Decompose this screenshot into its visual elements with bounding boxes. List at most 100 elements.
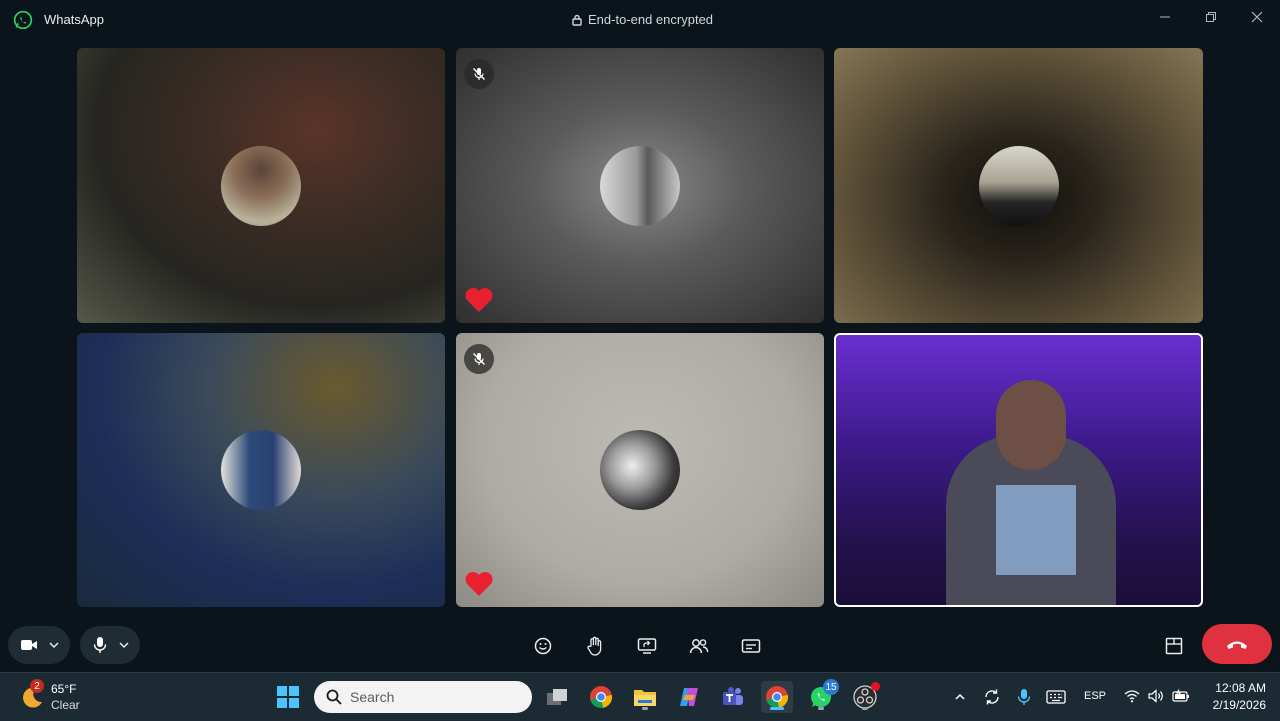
encryption-label: End-to-end encrypted	[588, 12, 714, 27]
emoji-icon	[534, 637, 552, 655]
weather-badge: 2	[30, 679, 44, 693]
show-hidden-icons-button[interactable]	[945, 681, 975, 713]
clock-time: 12:08 AM	[1215, 681, 1266, 695]
weather-widget[interactable]: 2 65°F Clear	[18, 679, 98, 715]
taskbar-search[interactable]: Search	[314, 681, 532, 713]
whatsapp-logo-icon	[13, 10, 33, 30]
participant-tile[interactable]	[456, 333, 824, 607]
teams-button[interactable]	[717, 681, 749, 713]
close-icon	[1251, 11, 1263, 23]
start-button[interactable]	[272, 681, 304, 713]
teams-icon	[723, 687, 743, 705]
weather-description: Clear	[51, 698, 80, 712]
participant-avatar	[221, 145, 301, 226]
microphone-off-icon	[473, 68, 485, 80]
input-language[interactable]: ESP	[1084, 690, 1106, 702]
captions-icon	[741, 639, 761, 653]
call-controls-bar	[0, 620, 1280, 670]
participant-avatar	[978, 145, 1059, 226]
wifi-icon	[1124, 690, 1140, 703]
camera-toggle-button[interactable]	[20, 636, 38, 659]
chrome-icon	[766, 686, 789, 708]
layout-button[interactable]	[1160, 632, 1188, 660]
microphone-off-icon	[473, 353, 485, 365]
keyboard-icon	[1046, 690, 1066, 704]
task-view-button[interactable]	[541, 681, 573, 713]
self-video-head	[996, 380, 1066, 470]
obs-button[interactable]	[849, 681, 881, 713]
app-name: WhatsApp	[44, 12, 104, 27]
taskbar: 2 65°F Clear Search 15 ESP 12:08 AM 2/19…	[0, 672, 1280, 721]
participant-tile[interactable]	[834, 48, 1203, 323]
share-screen-icon	[637, 638, 657, 654]
chrome-profile-button[interactable]	[761, 681, 793, 713]
participants-button[interactable]	[685, 632, 713, 660]
active-indicator	[862, 707, 868, 710]
active-indicator	[770, 707, 784, 710]
minimize-button[interactable]	[1142, 6, 1188, 28]
participant-tile[interactable]	[456, 48, 824, 323]
windows-logo-icon	[277, 686, 299, 708]
camera-icon	[21, 640, 37, 650]
file-explorer-button[interactable]	[629, 681, 661, 713]
microphone-options-button[interactable]	[118, 638, 130, 656]
participant-avatar	[600, 430, 680, 510]
participant-tile[interactable]	[77, 48, 445, 323]
layout-icon	[1165, 637, 1183, 655]
volume-icon	[1148, 689, 1163, 703]
microphone-icon	[93, 637, 107, 653]
lock-icon	[572, 14, 582, 26]
weather-temperature: 65°F	[51, 682, 77, 696]
search-placeholder: Search	[350, 689, 395, 705]
heart-reaction-icon	[465, 572, 493, 596]
clock-date: 2/19/2026	[1212, 698, 1266, 712]
encryption-status: End-to-end encrypted	[572, 12, 713, 27]
whatsapp-taskbar-button[interactable]: 15	[805, 679, 839, 713]
copilot-button[interactable]	[673, 681, 705, 713]
recording-dot	[871, 682, 880, 691]
active-indicator	[818, 707, 824, 710]
participants-icon	[689, 639, 709, 654]
chevron-up-icon	[955, 693, 965, 700]
self-video-shirt-logo	[996, 485, 1076, 575]
microphone-tray-button[interactable]	[1009, 681, 1039, 713]
captions-button[interactable]	[737, 632, 765, 660]
chevron-down-icon	[119, 642, 129, 649]
raise-hand-icon	[587, 636, 602, 656]
battery-charging-icon	[1172, 689, 1189, 702]
participant-avatar	[221, 430, 301, 510]
copilot-icon	[680, 688, 698, 706]
touch-keyboard-button[interactable]	[1041, 681, 1071, 713]
network-volume-battery-group[interactable]	[1122, 685, 1194, 709]
microphone-toggle-button[interactable]	[92, 636, 108, 659]
share-screen-button[interactable]	[633, 632, 661, 660]
clock[interactable]: 12:08 AM 2/19/2026	[1200, 679, 1272, 715]
folder-icon	[634, 690, 656, 706]
restore-button[interactable]	[1188, 6, 1234, 28]
search-icon	[326, 689, 342, 705]
participant-avatar	[600, 145, 680, 226]
end-call-button[interactable]	[1202, 624, 1272, 664]
chrome-taskbar-button[interactable]	[585, 681, 617, 713]
muted-indicator	[464, 344, 494, 374]
microphone-in-use-icon	[1017, 689, 1031, 705]
muted-indicator	[464, 59, 494, 89]
chrome-icon	[590, 686, 613, 708]
whatsapp-unread-badge: 15	[823, 679, 839, 695]
camera-options-button[interactable]	[48, 638, 60, 656]
minimize-icon	[1160, 16, 1170, 18]
close-button[interactable]	[1234, 6, 1280, 28]
raise-hand-button[interactable]	[581, 632, 609, 660]
title-bar: WhatsApp End-to-end encrypted	[0, 0, 1280, 40]
end-call-icon	[1227, 641, 1247, 649]
active-indicator	[642, 707, 648, 710]
task-view-icon	[547, 689, 567, 705]
restore-icon	[1206, 12, 1216, 22]
microphone-control-group	[80, 626, 140, 664]
self-video-tile[interactable]	[834, 333, 1203, 607]
participant-tile[interactable]	[77, 333, 445, 607]
video-grid	[77, 48, 1203, 608]
reactions-button[interactable]	[529, 632, 557, 660]
sync-icon	[985, 689, 999, 705]
sync-tray-button[interactable]	[977, 681, 1007, 713]
